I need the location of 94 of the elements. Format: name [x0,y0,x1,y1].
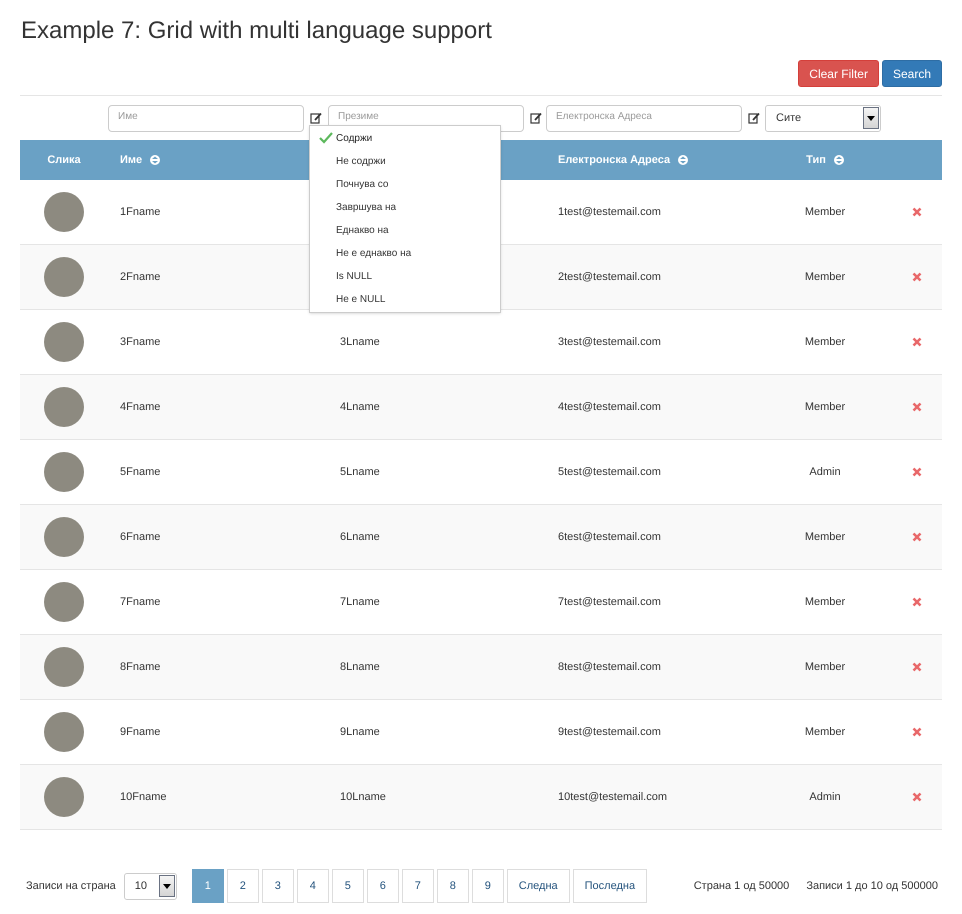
delete-icon[interactable] [912,597,922,607]
sort-icon[interactable] [150,155,160,165]
delete-icon[interactable] [912,207,922,217]
page-button[interactable]: 6 [366,869,399,903]
edit-icon[interactable] [530,112,542,124]
table-cell-text: Member [804,270,846,285]
page-button[interactable]: 2 [226,869,259,903]
dropdown-caret-icon[interactable] [863,107,879,129]
table-cell: 6Lname [340,530,380,543]
table-cell: 7test@testemail.com [558,596,661,608]
table-cell: 7Lname [340,596,380,608]
table-cell: 8Lname [340,660,380,673]
table-cell: 3test@testemail.com [558,336,661,348]
table-cell: 9test@testemail.com [558,726,661,738]
avatar-placeholder [44,582,84,622]
page-button[interactable]: 8 [436,869,469,903]
filter-input[interactable]: Име [108,104,304,132]
delete-icon[interactable] [912,272,922,282]
table-cell: 5test@testemail.com [558,466,661,478]
table-cell-text: Member [804,530,846,545]
page-button[interactable]: 3 [262,869,294,903]
table-cell-text: Member [804,724,846,740]
page-size-select[interactable]: 10 [124,872,177,900]
menu-item[interactable]: Не содржи [310,150,500,173]
check-icon [319,132,333,144]
avatar-placeholder [44,387,84,427]
table-cell: 3Fname [120,336,160,348]
search-button[interactable]: Search [882,60,942,87]
sort-icon[interactable] [834,155,844,165]
delete-icon[interactable] [912,662,922,672]
page-button[interactable]: 9 [472,869,504,903]
page-button[interactable]: Следна [506,869,570,903]
avatar-placeholder [44,712,84,752]
table-cell-text: Admin [809,790,841,805]
table-cell: 10Fname [120,790,166,803]
page-button[interactable]: Последна [572,869,648,903]
table-cell: 4test@testemail.com [558,400,661,413]
table-cell: 10test@testemail.com [558,790,667,803]
edit-icon[interactable] [310,112,322,124]
avatar-placeholder [44,322,84,362]
table-cell: 5Fname [120,466,160,478]
delete-icon[interactable] [912,337,922,347]
delete-icon[interactable] [912,532,922,542]
table-cell-text: Admin [809,464,841,480]
edit-icon[interactable] [748,112,760,124]
page-button[interactable]: 7 [402,869,434,903]
table-cell: 1test@testemail.com [558,206,661,218]
menu-item[interactable]: Is NULL [310,265,500,288]
avatar-placeholder [44,777,84,817]
delete-icon[interactable] [912,467,922,477]
dropdown-caret-icon[interactable] [158,875,175,897]
filter-input[interactable]: Електронска Адреса [546,104,742,132]
menu-item[interactable]: Завршува на [310,196,500,219]
table-cell: 2test@testemail.com [558,270,661,283]
page-title: Example 7: Grid with multi language support [21,16,493,46]
table-cell: 3Lname [340,336,380,348]
page-size-label: Записи на страна [26,878,116,894]
table-cell: 5Lname [340,466,380,478]
table-cell: 2Fname [120,270,160,283]
sort-icon[interactable] [678,155,688,165]
avatar-placeholder [44,647,84,687]
delete-icon[interactable] [912,402,922,412]
clear-filter-button[interactable]: Clear Filter [798,60,879,87]
records-info: Записи 1 до 10 од 500000 [806,878,938,894]
table-cell-text: Member [804,660,846,675]
table-cell: 9Lname [340,726,380,738]
table-cell-text: Member [804,400,846,415]
page-button[interactable]: 5 [332,869,364,903]
table-cell-text: Member [804,334,846,350]
menu-item[interactable]: Не е NULL [310,288,500,311]
table-cell: 8test@testemail.com [558,660,661,673]
avatar-placeholder [44,452,84,492]
table-cell-text: Member [804,204,846,220]
avatar-placeholder [44,257,84,297]
menu-item[interactable]: Не е еднакво на [310,242,500,265]
table-cell: 6Fname [120,530,160,543]
page-button[interactable]: 4 [296,869,329,903]
table-cell: 6test@testemail.com [558,530,661,543]
delete-icon[interactable] [912,727,922,737]
menu-item[interactable]: Еднакво на [310,219,500,242]
type-select[interactable]: Сите [765,104,881,132]
table-cell-text: Member [804,594,846,610]
table-cell: 1Fname [120,206,160,218]
avatar-placeholder [44,517,84,557]
page-info: Страна 1 од 50000 [694,878,790,894]
table-cell: 4Lname [340,400,380,413]
table-cell: 7Fname [120,596,160,608]
avatar-placeholder [44,192,84,232]
menu-item[interactable]: Почнува со [310,173,500,196]
table-cell: 8Fname [120,660,160,673]
delete-icon[interactable] [912,792,922,802]
table-cell: 4Fname [120,400,160,413]
table-cell: 9Fname [120,726,160,738]
table-cell: 10Lname [340,790,386,803]
